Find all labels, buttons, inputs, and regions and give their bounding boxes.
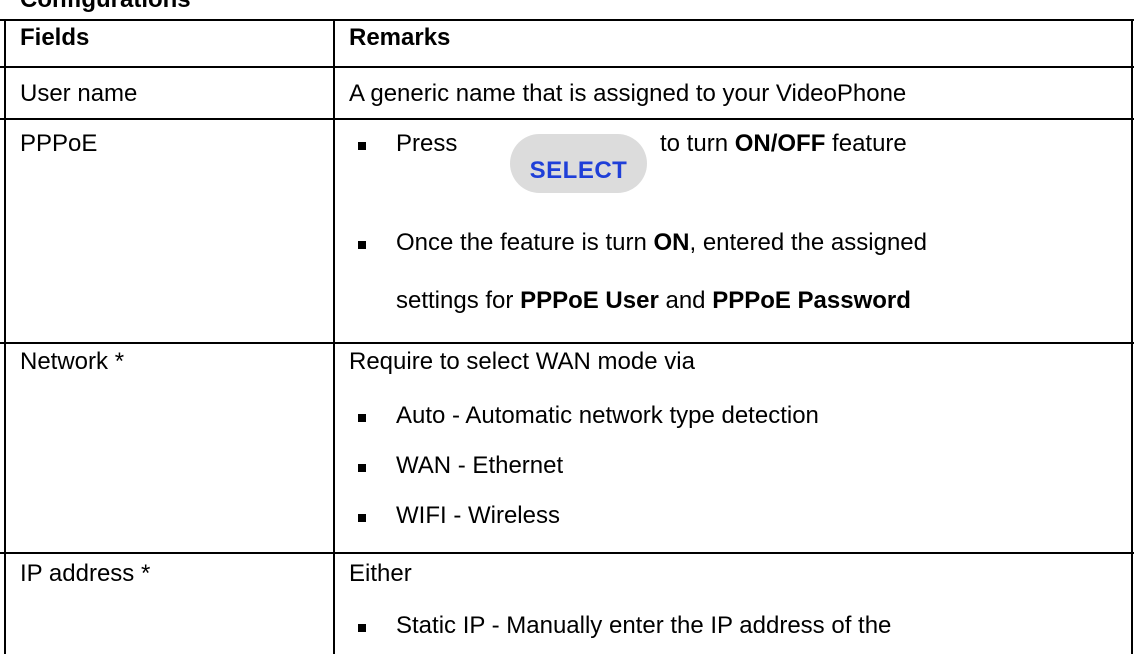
pppoe-toggle-prefix: to turn bbox=[660, 130, 729, 157]
pppoe-toggle-text: to turn ON/OFF feature bbox=[660, 130, 907, 158]
field-pppoe: PPPoE bbox=[20, 130, 98, 157]
network-option: Auto - Automatic network type detection bbox=[396, 402, 819, 429]
table-border-right bbox=[1131, 19, 1133, 654]
table-border-top bbox=[0, 19, 1134, 21]
field-user-name: User name bbox=[20, 80, 138, 107]
remark-user-name: A generic name that is assigned to your … bbox=[349, 80, 907, 107]
select-key-icon: SELECT bbox=[510, 134, 647, 193]
pppoe-toggle-bold: ON/OFF bbox=[734, 130, 826, 157]
pppoe-note-line2: settings for PPPoE User and PPPoE Passwo… bbox=[396, 287, 911, 315]
bullet-icon bbox=[358, 514, 366, 522]
header-divider bbox=[0, 66, 1134, 68]
bullet-icon bbox=[358, 241, 366, 249]
pppoe-note-settings: settings for bbox=[396, 287, 514, 314]
configurations-table: Fields Remarks User name A generic name … bbox=[0, 0, 1134, 654]
bullet-icon bbox=[358, 624, 366, 632]
bullet-icon bbox=[358, 464, 366, 472]
row-divider bbox=[0, 552, 1134, 554]
ip-address-intro: Either bbox=[349, 560, 412, 587]
pppoe-user-label: PPPoE User bbox=[520, 287, 659, 314]
pppoe-note-on: ON bbox=[653, 229, 690, 256]
pppoe-note-suffix: , entered the assigned bbox=[689, 229, 927, 256]
pppoe-note-and: and bbox=[665, 287, 706, 314]
pppoe-toggle-suffix: feature bbox=[832, 130, 907, 157]
column-header-remarks: Remarks bbox=[349, 24, 451, 51]
ip-address-option: Static IP - Manually enter the IP addres… bbox=[396, 612, 892, 639]
field-network: Network * bbox=[20, 348, 125, 375]
field-ip-address: IP address * bbox=[20, 560, 151, 587]
network-option: WIFI - Wireless bbox=[396, 502, 560, 529]
row-divider bbox=[0, 118, 1134, 120]
column-divider bbox=[333, 19, 335, 654]
table-border-left bbox=[4, 19, 6, 654]
select-key-label: SELECT bbox=[529, 156, 628, 184]
pppoe-press-text: Press bbox=[396, 130, 458, 157]
pppoe-note-line1: Once the feature is turn ON, entered the… bbox=[396, 229, 927, 257]
bullet-icon bbox=[358, 414, 366, 422]
bullet-icon bbox=[358, 142, 366, 150]
row-divider bbox=[0, 342, 1134, 344]
network-option: WAN - Ethernet bbox=[396, 452, 564, 479]
pppoe-note-prefix: Once the feature is turn bbox=[396, 229, 647, 256]
pppoe-password-label: PPPoE Password bbox=[712, 287, 911, 314]
column-header-fields: Fields bbox=[20, 24, 90, 51]
network-intro: Require to select WAN mode via bbox=[349, 348, 695, 375]
